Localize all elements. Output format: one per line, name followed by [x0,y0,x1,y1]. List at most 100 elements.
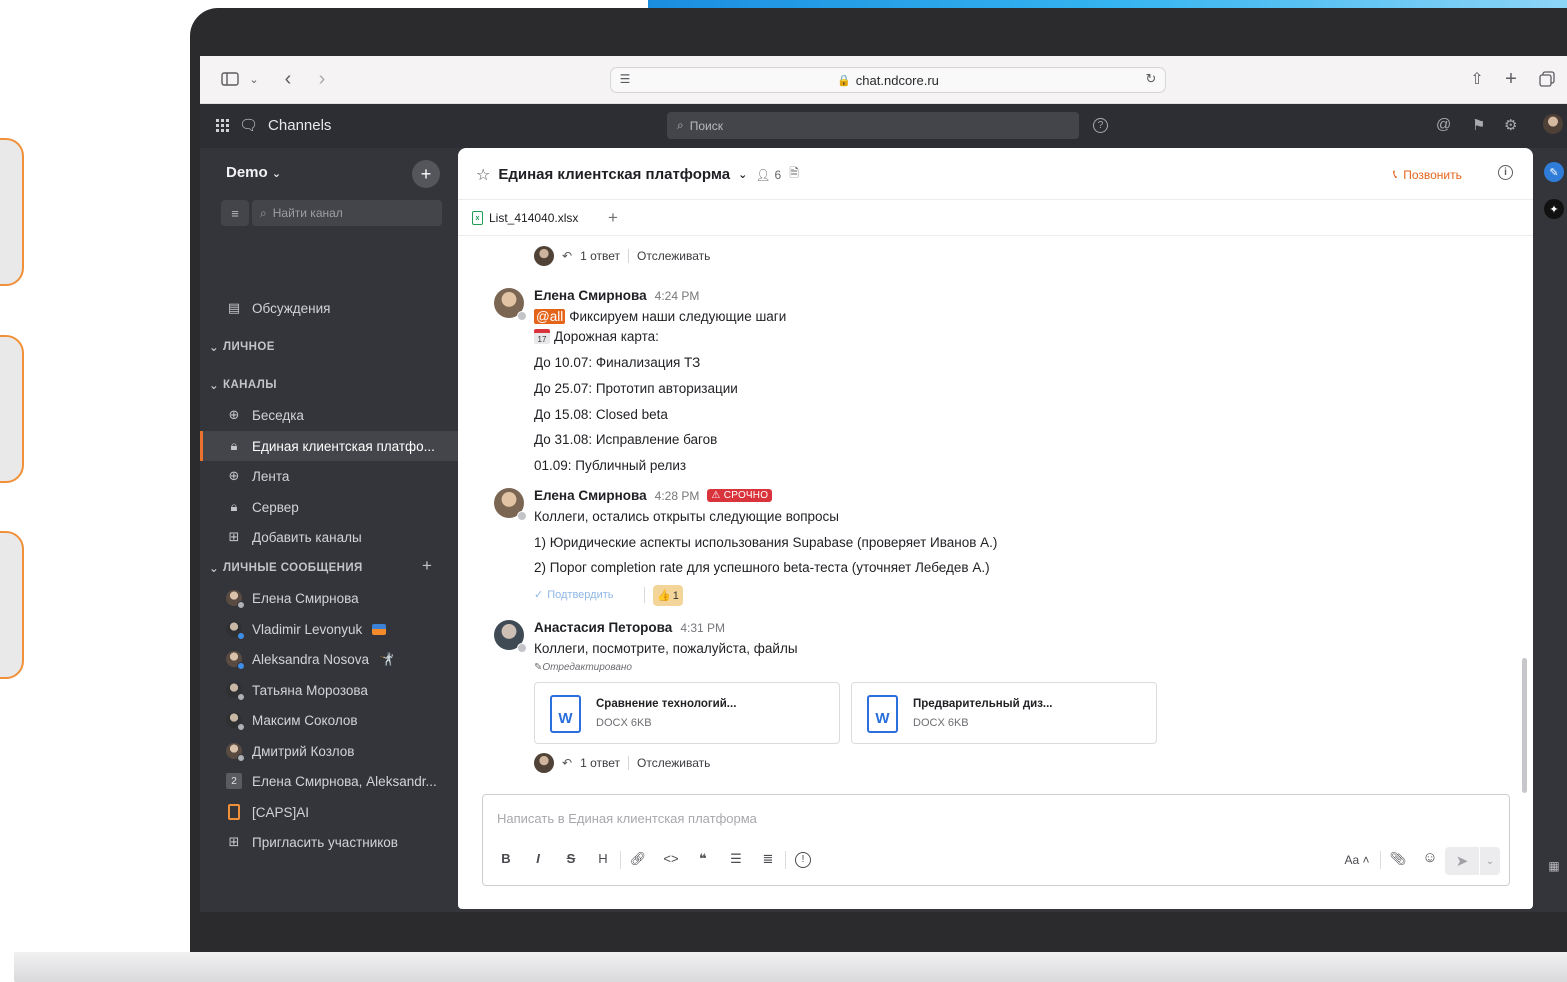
mentions-icon[interactable]: @ [1436,116,1451,133]
code-icon[interactable]: <> [662,851,680,866]
author-name[interactable]: Елена Смирнова [534,488,647,503]
link-icon[interactable]: 🔗︎ [629,851,647,867]
bullet-list-icon[interactable]: ☰ [727,851,745,867]
back-icon[interactable]: ‹ [280,68,296,90]
find-channel-input[interactable]: ⌕ Найти канал [252,200,442,226]
replies-link[interactable]: 1 ответ [580,756,620,770]
reply-icon: ↶ [562,249,573,263]
team-menu[interactable]: Demo ⌄ [226,164,281,181]
sidebar-item-dm[interactable]: Татьяна Морозова [200,675,458,705]
chevron-down-icon[interactable]: ⌄ [248,68,260,90]
add-channels-button[interactable]: ⊞ Добавить каналы [200,522,458,552]
chevron-down-icon: ⌄ [738,169,748,181]
add-button[interactable]: + [412,160,440,188]
help-icon[interactable]: ? [1093,118,1108,133]
call-button[interactable]: 📞︎ Позвонить [1393,167,1462,182]
strikethrough-icon[interactable]: S [562,851,580,866]
sidebar-item-dm[interactable]: Vladimir Levonyuk [200,614,458,644]
avatar [226,743,245,762]
replies-link[interactable]: 1 ответ [580,249,620,263]
saved-icon[interactable]: ⚑ [1472,116,1485,134]
apps-grid-icon[interactable]: ▦ [1544,856,1564,876]
laptop-base [14,952,1567,982]
heading-icon[interactable]: H [594,851,612,866]
sidebar-item-channel-active[interactable]: 🔒︎ Единая клиентская платфо... [200,431,458,461]
file-attachment[interactable]: W Предварительный диз... DOCX 6KB [851,682,1157,744]
channel-name: Единая клиентская платформа [498,166,731,183]
sidebar-item-dm[interactable]: Максим Соколов [200,705,458,735]
ai-sparkle-icon[interactable]: ✦ [1544,199,1564,219]
message-line: 2) Порог completion rate для успешного b… [534,560,990,575]
reload-icon[interactable]: ↻ [1144,68,1158,90]
files-icon[interactable]: 🗎 [789,164,799,185]
author-name[interactable]: Анастасия Петорова [534,620,672,635]
avatar[interactable] [494,620,527,653]
author-name[interactable]: Елена Смирнова [534,288,647,303]
sidebar-item-group-dm[interactable]: 2 Елена Смирнова, Aleksandr... [200,766,458,796]
tab-file[interactable]: x List_414040.xlsx [472,211,578,225]
call-label: Позвонить [1403,167,1462,182]
global-search[interactable]: ⌕ Поиск [667,112,1079,139]
channel-title[interactable]: ☆ Единая клиентская платформа ⌄ 👤︎ 6 🗎 [476,164,799,185]
member-count[interactable]: 👤︎ 6 [755,168,781,182]
reaction-button[interactable]: 👍 1 [653,585,683,606]
priority-icon[interactable]: ! [795,852,811,868]
sidebar-toggle-icon[interactable] [220,68,240,90]
confirm-button[interactable]: ✓ Подтвердить [534,588,614,602]
text-size-button[interactable]: Aa ˄ [1343,853,1371,867]
sidebar-item-channel[interactable]: 🔒︎ Сервер [200,492,458,522]
sidebar-item-label: Единая клиентская платфо... [252,438,435,454]
sidebar-item-channel[interactable]: ⊕ Беседка [200,400,458,430]
avatar[interactable] [494,288,527,321]
new-tab-icon[interactable]: + [1502,68,1520,90]
user-avatar[interactable] [1543,114,1563,134]
sidebar-item-label: Vladimir Levonyuk [252,621,363,637]
sidebar-item-dm[interactable]: Дмитрий Козлов [200,736,458,766]
filter-icon[interactable]: ≡ [221,200,249,226]
settings-gear-icon[interactable]: ⚙ [1504,116,1517,134]
avatar [226,712,245,731]
forward-icon[interactable]: › [314,68,330,90]
page-menu-icon[interactable]: ☰ [618,68,632,90]
share-icon[interactable]: ⇧ [1468,68,1486,90]
sidebar-item-dm[interactable]: Aleksandra Nosova 🤺 [200,644,458,674]
sidebar-item-dm[interactable]: Елена Смирнова [200,583,458,613]
confirm-label: Подтвердить [547,588,614,601]
numbered-list-icon[interactable]: ≣ [759,851,777,867]
attachment-icon[interactable]: 📎︎ [1389,851,1407,867]
status-emoji: 🤺 [379,652,395,666]
sidebar-item-channel[interactable]: ⊕ Лента [200,461,458,491]
follow-button[interactable]: Отслеживать [637,249,710,263]
product-menu-icon[interactable] [216,118,229,132]
follow-button[interactable]: Отслеживать [637,756,710,770]
divider [620,851,621,869]
avatar [226,682,245,701]
url-field[interactable]: 🔒 chat.ndcore.ru [610,67,1166,93]
emoji-icon[interactable]: ☺ [1421,849,1439,866]
add-dm-button[interactable]: + [422,556,432,576]
section-direct-messages[interactable]: ⌄ ЛИЧНЫЕ СООБЩЕНИЯ [209,561,363,575]
send-options-button[interactable]: ⌄ [1480,847,1500,875]
file-attachment[interactable]: W Сравнение технологий... DOCX 6KB [534,682,840,744]
tabs-overview-icon[interactable] [1538,68,1556,90]
info-icon[interactable]: i [1498,165,1513,180]
sidebar-item-label: Aleksandra Nosova [252,651,370,667]
sidebar-item-bot[interactable]: [CAPS]AI [200,797,458,827]
invite-members-button[interactable]: ⊞ Пригласить участников [200,827,458,857]
star-icon[interactable]: ☆ [476,165,490,185]
mention[interactable]: @all [534,309,566,324]
decorative-card [0,531,24,679]
scrollbar[interactable] [1522,658,1527,793]
bold-icon[interactable]: B [497,851,515,866]
message-input[interactable] [497,807,1397,829]
avatar[interactable] [494,488,527,521]
send-button[interactable]: ➤ [1445,847,1479,875]
sidebar-item-threads[interactable]: ▤ Обсуждения [200,293,458,323]
section-personal[interactable]: ⌄ ЛИЧНОЕ [209,340,275,354]
add-tab-button[interactable]: + [608,208,618,228]
section-channels[interactable]: ⌄ КАНАЛЫ [209,378,277,392]
quote-icon[interactable]: ❝ [694,851,712,867]
plugin-icon[interactable]: ✎ [1544,162,1564,182]
italic-icon[interactable]: I [529,851,547,866]
sidebar-item-label: Елена Смирнова, Aleksandr... [252,773,437,789]
